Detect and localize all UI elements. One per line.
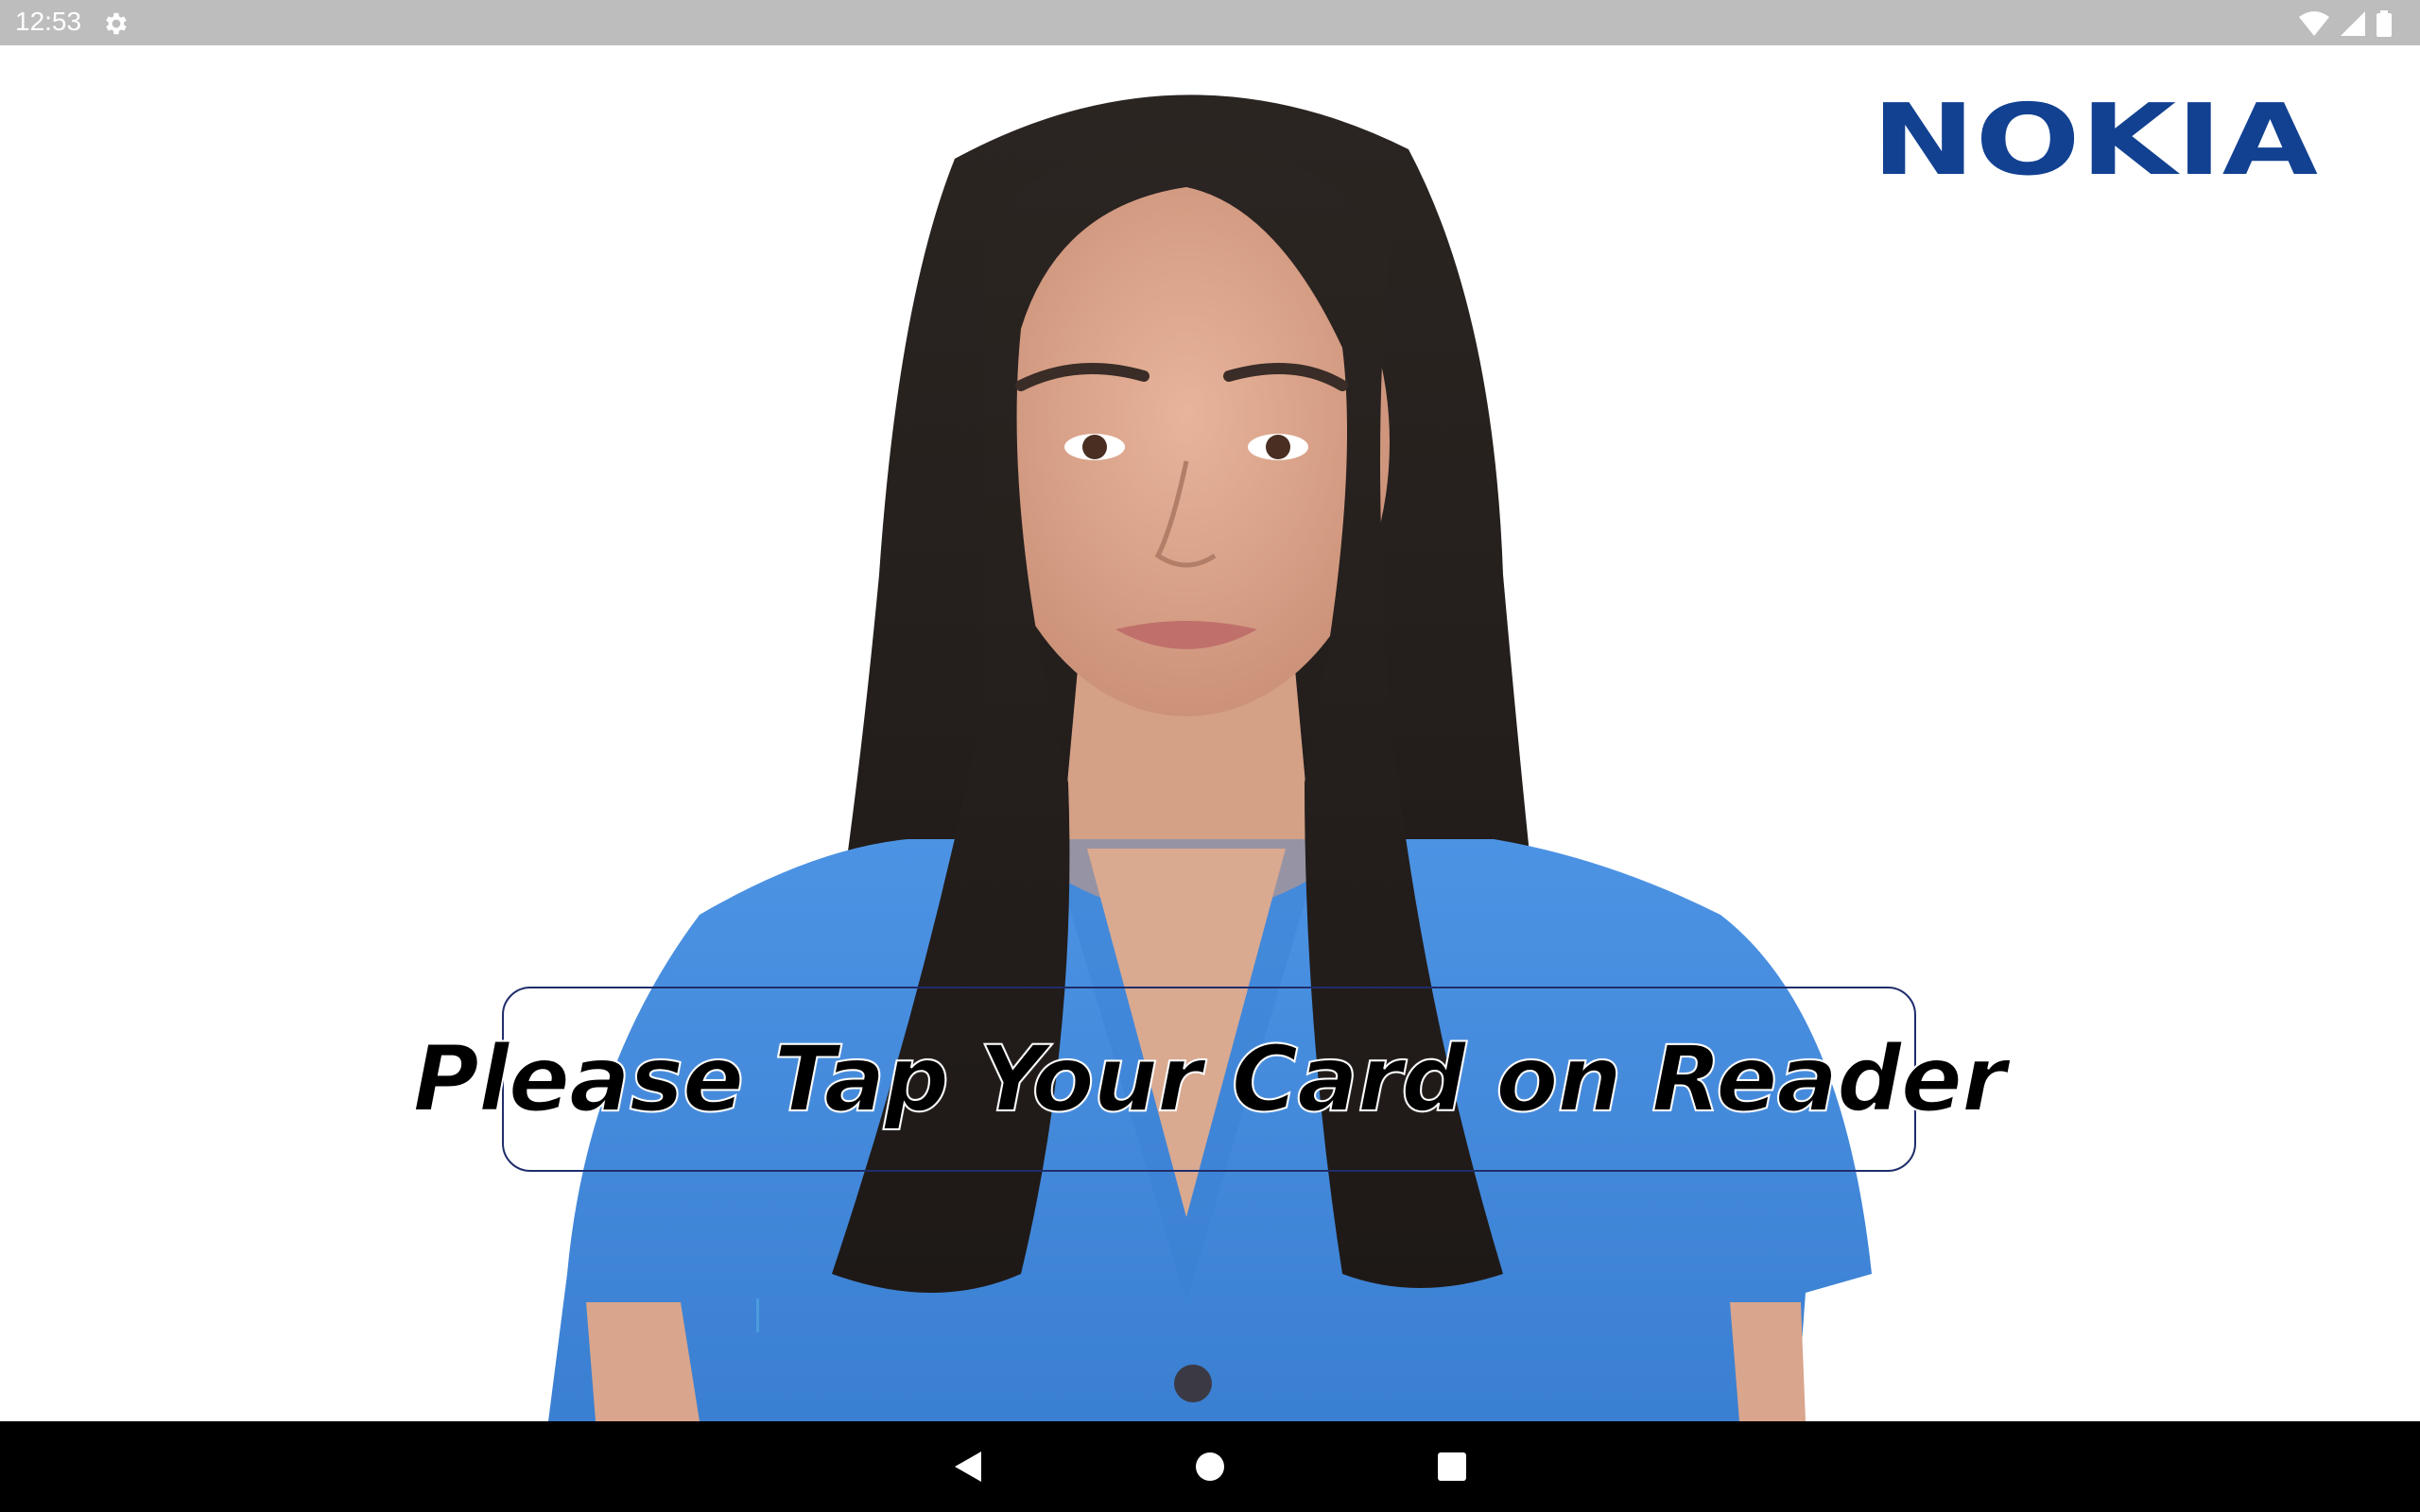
tap-card-prompt: Please Tap Your Card on Reader	[412, 987, 2007, 1172]
back-button[interactable]	[945, 1444, 991, 1489]
status-icons	[2299, 9, 2392, 38]
status-time: 12:53	[15, 7, 82, 36]
cell-signal-icon	[2341, 11, 2365, 36]
main-content[interactable]: NOKIA Please Tap Your Card on Reader	[0, 45, 2420, 1421]
wifi-icon	[2299, 11, 2329, 36]
presenter-video	[548, 94, 1872, 1421]
navigation-bar	[0, 1421, 2420, 1512]
touch-indicator	[756, 1298, 759, 1332]
recents-icon	[1438, 1452, 1466, 1481]
nokia-logo: NOKIA	[1872, 94, 2318, 181]
settings-gear-icon	[106, 12, 127, 35]
recents-button[interactable]	[1429, 1444, 1475, 1489]
back-icon	[955, 1452, 981, 1482]
battery-icon	[2377, 10, 2392, 37]
status-bar: 12:53	[0, 0, 2420, 45]
prompt-text: Please Tap Your Card on Reader	[412, 1025, 2008, 1133]
home-icon	[1196, 1452, 1224, 1481]
logo-text: NOKIA	[1872, 94, 2318, 181]
kiosk-screen: 12:53 NOKIA Please Tap Your Card on Read…	[0, 0, 2420, 1512]
home-button[interactable]	[1187, 1444, 1233, 1489]
